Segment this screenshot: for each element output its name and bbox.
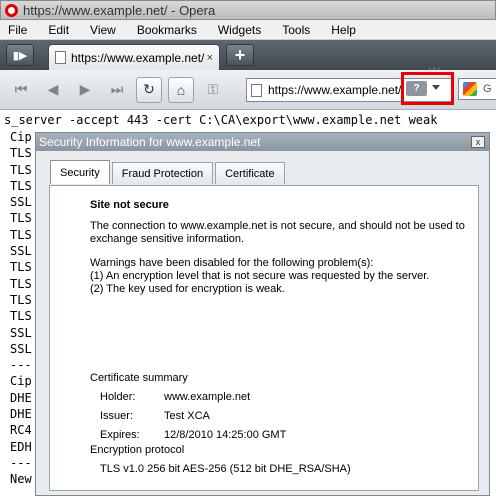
menu-edit[interactable]: Edit xyxy=(48,23,69,37)
output-line: TLS xyxy=(10,292,32,307)
warning-2: (2) The key used for encryption is weak. xyxy=(90,283,285,295)
back-button[interactable]: ◀ xyxy=(40,77,66,103)
command-line: s_server -accept 443 -cert C:\CA\export\… xyxy=(4,113,438,127)
output-line: New xyxy=(10,472,32,487)
holder-row: Holder: www.example.net xyxy=(100,391,250,404)
output-line: TLS xyxy=(10,227,32,242)
output-line: TLS xyxy=(10,211,32,226)
holder-label: Holder: xyxy=(100,391,136,403)
intro-text: The connection to www.example.net is not… xyxy=(90,220,465,245)
forward-button[interactable]: ▶ xyxy=(72,77,98,103)
holder-value: www.example.net xyxy=(164,391,251,403)
output-line: TLS xyxy=(10,309,32,324)
dialog-close-button[interactable]: x xyxy=(471,136,485,148)
new-tab-button[interactable]: + xyxy=(226,44,254,66)
output-line: RC4 xyxy=(10,423,32,438)
menu-bookmarks[interactable]: Bookmarks xyxy=(137,23,197,37)
security-tab-panel: Site not secure The connection to www.ex… xyxy=(49,185,479,491)
issuer-label: Issuer: xyxy=(100,410,134,422)
output-line: SSL xyxy=(10,341,32,356)
status-heading: Site not secure xyxy=(90,199,169,211)
fast-forward-icon: ⏭ xyxy=(110,81,124,97)
output-line: TLS xyxy=(10,276,32,291)
expires-value: 12/8/2010 14:25:00 GMT xyxy=(164,429,287,441)
security-info-button[interactable]: ? xyxy=(406,81,427,96)
opera-logo-icon xyxy=(5,3,18,17)
output-line: DHE xyxy=(10,407,32,422)
menu-help[interactable]: Help xyxy=(331,23,356,37)
output-line: --- xyxy=(10,455,32,470)
security-dialog: Security Information for www.example.net… xyxy=(35,132,490,496)
tab-security[interactable]: Security xyxy=(50,160,110,184)
output-line: TLS xyxy=(10,162,32,177)
wand-button[interactable]: ⚿ xyxy=(200,77,226,103)
tab-active[interactable]: https://www.example.net/ × xyxy=(48,44,220,70)
output-line: Cip xyxy=(10,130,32,144)
tab-label: https://www.example.net/ xyxy=(71,50,205,65)
search-field[interactable]: G xyxy=(458,78,496,100)
output-line: SSL xyxy=(10,195,32,210)
page-icon xyxy=(251,83,262,97)
chevron-down-icon[interactable] xyxy=(432,85,440,90)
forward-arrow-icon: ▶ xyxy=(79,81,91,97)
cert-summary-title: Certificate summary xyxy=(90,372,188,384)
tab-close-button[interactable]: × xyxy=(207,52,213,64)
title-bar: https://www.example.net/ - Opera xyxy=(0,0,496,20)
output-line: DHE xyxy=(10,390,32,405)
menu-bar: File Edit View Bookmarks Widgets Tools H… xyxy=(0,20,496,40)
page-icon xyxy=(55,51,66,64)
menu-view[interactable]: View xyxy=(90,23,116,37)
home-button[interactable]: ⌂ xyxy=(168,76,194,103)
dialog-title-bar: Security Information for www.example.net… xyxy=(36,133,489,151)
encryption-title: Encryption protocol xyxy=(90,444,185,456)
expires-label: Expires: xyxy=(100,429,140,441)
output-line: SSL xyxy=(10,325,32,340)
panel-toggle-button[interactable]: ▮▶ xyxy=(6,44,34,66)
warning-lead: Warnings have been disabled for the foll… xyxy=(90,257,374,269)
fast-forward-button[interactable]: ⏭ xyxy=(104,77,130,103)
output-line: TLS xyxy=(10,146,32,161)
rewind-icon: ⏮ xyxy=(14,81,28,97)
reload-button[interactable]: ↻ xyxy=(136,76,162,103)
dialog-title: Security Information for www.example.net xyxy=(39,135,261,149)
menu-file[interactable]: File xyxy=(8,23,27,37)
panel-icon: ▮▶ xyxy=(12,49,28,62)
expires-row: Expires: 12/8/2010 14:25:00 GMT xyxy=(100,429,286,442)
question-icon: ? xyxy=(413,83,420,94)
rewind-button[interactable]: ⏮ xyxy=(8,77,34,103)
reload-icon: ↻ xyxy=(143,81,155,97)
menu-tools[interactable]: Tools xyxy=(282,23,310,37)
home-icon: ⌂ xyxy=(176,81,186,98)
encryption-value: TLS v1.0 256 bit AES-256 (512 bit DHE_RS… xyxy=(100,463,351,475)
output-line: EDH xyxy=(10,439,32,454)
output-lines: Cip TLS TLS TLS SSL TLS TLS SSL TLS TLS … xyxy=(10,129,32,488)
output-line: TLS xyxy=(10,178,32,193)
issuer-row: Issuer: Test XCA xyxy=(100,410,210,423)
menu-widgets[interactable]: Widgets xyxy=(218,23,261,37)
window-title: https://www.example.net/ - Opera xyxy=(23,2,216,18)
output-line: TLS xyxy=(10,260,32,275)
tab-certificate[interactable]: Certificate xyxy=(215,162,285,184)
tab-fraud-protection[interactable]: Fraud Protection xyxy=(111,162,214,184)
output-line: --- xyxy=(10,358,32,373)
output-line: SSL xyxy=(10,244,32,259)
key-icon: ⚿ xyxy=(207,81,219,97)
issuer-value: Test XCA xyxy=(164,410,210,422)
back-arrow-icon: ◀ xyxy=(47,81,59,97)
output-line: Cip xyxy=(10,374,32,389)
search-label: G xyxy=(483,83,492,95)
warning-1: (1) An encryption level that is not secu… xyxy=(90,270,430,282)
google-icon xyxy=(463,82,477,96)
dialog-tabs: Security Fraud Protection Certificate xyxy=(50,160,287,184)
tab-bar: ▮▶ https://www.example.net/ × + xyxy=(0,40,496,70)
